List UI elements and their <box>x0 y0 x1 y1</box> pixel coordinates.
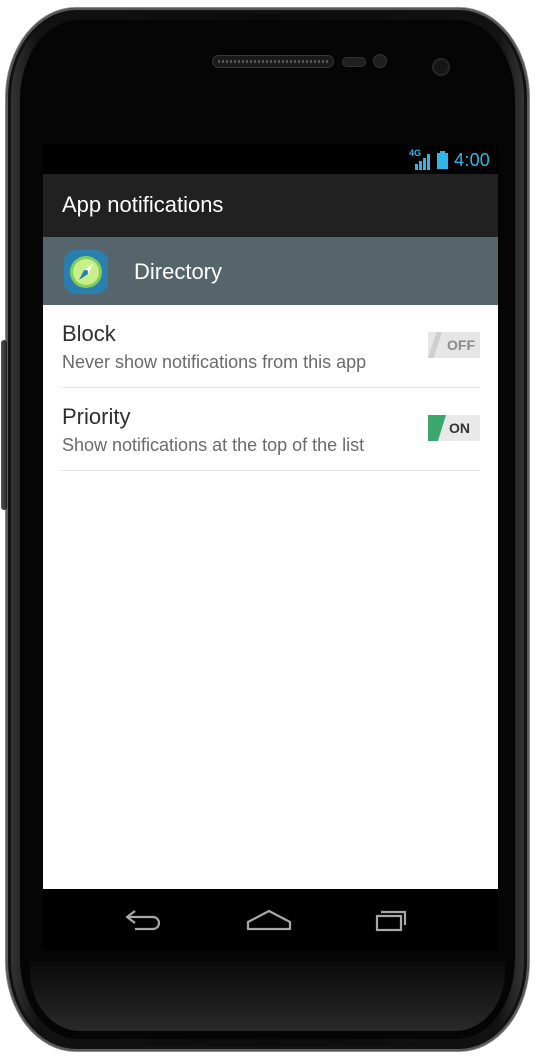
earpiece-speaker <box>212 55 334 68</box>
phone-chin <box>30 961 505 1031</box>
light-sensor <box>373 54 387 68</box>
signal-icon: 4G <box>409 148 431 170</box>
status-icons: 4G 4:00 <box>409 148 490 171</box>
setting-title: Priority <box>62 404 131 429</box>
front-camera <box>432 58 450 76</box>
compass-icon <box>64 250 108 294</box>
status-bar: 4G 4:00 <box>43 144 498 174</box>
battery-icon <box>437 151 449 169</box>
block-toggle[interactable]: OFF <box>428 332 480 358</box>
toggle-thumb <box>428 332 442 358</box>
clock: 4:00 <box>454 149 490 170</box>
side-button[interactable] <box>1 340 7 510</box>
toggle-label: ON <box>449 420 470 436</box>
setting-title: Block <box>62 321 116 346</box>
toggle-label: OFF <box>447 337 475 353</box>
home-icon[interactable] <box>244 903 294 937</box>
priority-toggle[interactable]: ON <box>428 415 480 441</box>
setting-priority[interactable]: Priority Show notifications at the top o… <box>61 388 480 471</box>
navigation-bar <box>43 889 498 950</box>
page-title: App notifications <box>62 192 224 217</box>
back-icon[interactable] <box>119 903 169 937</box>
setting-summary: Show notifications at the top of the lis… <box>62 435 365 455</box>
toggle-thumb <box>428 415 446 441</box>
app-header[interactable]: Directory <box>43 237 498 305</box>
app-name: Directory <box>134 259 223 284</box>
screen: 4G 4:00 App notifications Directory Bloc… <box>43 144 498 950</box>
recent-apps-icon[interactable] <box>367 903 417 937</box>
proximity-sensor <box>342 57 366 67</box>
setting-block[interactable]: Block Never show notifications from this… <box>61 305 480 388</box>
notification-settings-list: Block Never show notifications from this… <box>43 305 498 889</box>
setting-summary: Never show notifications from this app <box>62 352 367 372</box>
action-bar: App notifications <box>43 174 498 237</box>
